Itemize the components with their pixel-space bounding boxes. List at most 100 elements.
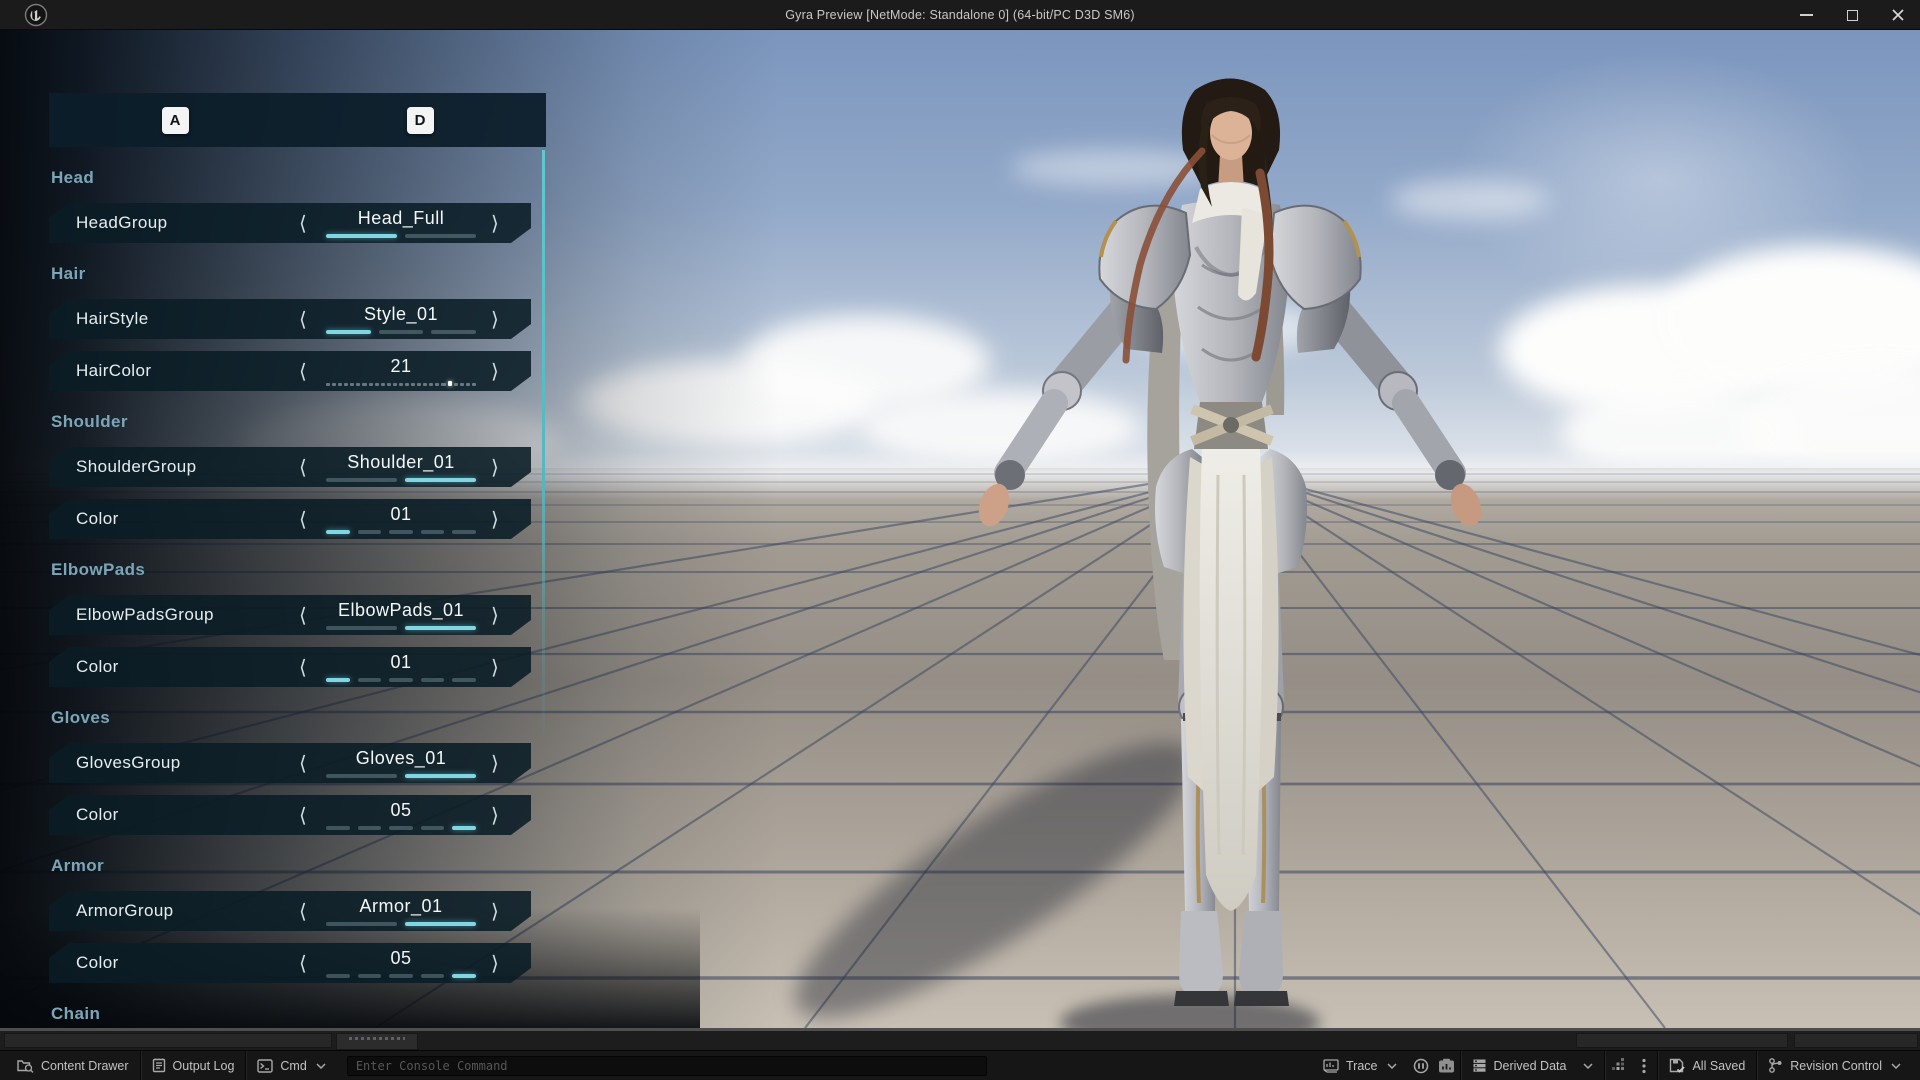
content-drawer-icon <box>17 1058 34 1073</box>
option-segment <box>369 383 373 386</box>
option-segment <box>452 678 476 682</box>
next-option-button[interactable]: ⟩ <box>491 943 499 983</box>
cmd-dropdown-button[interactable]: Cmd <box>246 1051 336 1080</box>
option-label: HeadGroup <box>76 213 168 233</box>
option-segment <box>405 383 409 386</box>
option-label: Color <box>76 657 119 677</box>
option-segment <box>405 478 476 482</box>
option-segment <box>381 383 385 386</box>
editor-performance-button[interactable] <box>1605 1051 1631 1080</box>
option-segments <box>326 530 476 534</box>
option-segment <box>344 383 348 386</box>
option-segments <box>326 774 476 778</box>
revision-control-dropdown-button[interactable]: Revision Control <box>1757 1051 1912 1080</box>
next-option-button[interactable]: ⟩ <box>491 299 499 339</box>
maximize-button[interactable] <box>1836 2 1868 28</box>
option-label: Color <box>76 953 119 973</box>
prev-option-button[interactable]: ⟨ <box>299 795 307 835</box>
option-segment <box>358 530 382 534</box>
prev-option-button[interactable]: ⟨ <box>299 447 307 487</box>
prev-option-button[interactable]: ⟨ <box>299 943 307 983</box>
option-value: 01 <box>326 504 476 525</box>
option-segment <box>399 383 403 386</box>
trace-pause-button[interactable] <box>1408 1051 1434 1080</box>
option-segment <box>389 974 413 978</box>
next-option-button[interactable]: ⟩ <box>491 351 499 391</box>
option-row-elbowpadsgroup: ElbowPadsGroup⟨ElbowPads_01⟩ <box>49 595 531 635</box>
next-option-button[interactable]: ⟩ <box>491 795 499 835</box>
option-segment <box>421 530 445 534</box>
option-segment <box>405 922 476 926</box>
panel-scrollbar[interactable] <box>542 150 545 735</box>
output-log-button[interactable]: Output Log <box>141 1051 246 1080</box>
section-title-head: Head <box>51 168 546 188</box>
option-segment <box>466 383 470 386</box>
next-option-button[interactable]: ⟩ <box>491 647 499 687</box>
minimize-button[interactable] <box>1790 2 1822 28</box>
next-option-button[interactable]: ⟩ <box>491 891 499 931</box>
option-segment <box>326 826 350 830</box>
option-segments <box>326 626 476 630</box>
rotate-right-key-d[interactable]: D <box>407 107 434 134</box>
game-viewport[interactable]: A D HeadHeadGroup⟨Head_Full⟩HairHairStyl… <box>0 30 1920 1028</box>
section-title-elbowpads: ElbowPads <box>51 560 546 580</box>
prev-option-button[interactable]: ⟨ <box>299 203 307 243</box>
option-segment <box>431 330 476 334</box>
prev-option-button[interactable]: ⟨ <box>299 891 307 931</box>
all-saved-button[interactable]: All Saved <box>1658 1051 1756 1080</box>
close-icon <box>1891 8 1905 22</box>
next-option-button[interactable]: ⟩ <box>491 203 499 243</box>
option-value: ElbowPads_01 <box>326 600 476 621</box>
prev-option-button[interactable]: ⟨ <box>299 743 307 783</box>
rotate-left-key-a[interactable]: A <box>162 107 189 134</box>
option-value: 01 <box>326 652 476 673</box>
option-segment <box>389 678 413 682</box>
prev-option-button[interactable]: ⟨ <box>299 351 307 391</box>
option-segment <box>421 826 445 830</box>
option-segment <box>460 383 464 386</box>
trace-snapshot-button[interactable] <box>1434 1051 1460 1080</box>
trace-dropdown-button[interactable]: Trace <box>1312 1051 1408 1080</box>
option-segment <box>362 383 366 386</box>
option-segment <box>452 530 476 534</box>
next-option-button[interactable]: ⟩ <box>491 743 499 783</box>
revision-control-label: Revision Control <box>1790 1059 1882 1073</box>
option-label: Color <box>76 509 119 529</box>
derived-data-dropdown-button[interactable]: Derived Data <box>1461 1051 1605 1080</box>
option-label: Color <box>76 805 119 825</box>
option-value: Gloves_01 <box>326 748 476 769</box>
content-drawer-button[interactable]: Content Drawer <box>6 1051 140 1080</box>
prev-option-button[interactable]: ⟨ <box>299 499 307 539</box>
option-segment <box>326 234 397 238</box>
prev-option-button[interactable]: ⟨ <box>299 299 307 339</box>
chevron-down-icon <box>1583 1063 1593 1069</box>
next-option-button[interactable]: ⟩ <box>491 595 499 635</box>
more-options-button[interactable] <box>1631 1051 1657 1080</box>
option-row-headgroup: HeadGroup⟨Head_Full⟩ <box>49 203 531 243</box>
section-title-shoulder: Shoulder <box>51 412 546 432</box>
editor-strip-tab[interactable] <box>336 1033 418 1050</box>
option-segments <box>326 234 476 238</box>
tab-label-dots <box>349 1037 405 1040</box>
close-button[interactable] <box>1882 2 1914 28</box>
save-icon <box>1669 1058 1685 1073</box>
prev-option-button[interactable]: ⟨ <box>299 647 307 687</box>
option-segment <box>350 383 354 386</box>
option-segment <box>358 678 382 682</box>
option-row-color: Color⟨05⟩ <box>49 943 531 983</box>
option-segment <box>411 383 415 386</box>
section-title-chain: Chain <box>51 1004 546 1024</box>
option-segment <box>472 383 476 386</box>
editor-strip-panel <box>1576 1033 1788 1048</box>
option-segment <box>326 530 350 534</box>
option-segment <box>358 974 382 978</box>
revision-control-branch-icon <box>1768 1058 1783 1073</box>
next-option-button[interactable]: ⟩ <box>491 499 499 539</box>
console-command-input[interactable] <box>347 1056 987 1076</box>
panel-header: A D <box>49 93 546 147</box>
option-segment <box>387 383 391 386</box>
next-option-button[interactable]: ⟩ <box>491 447 499 487</box>
option-segment <box>338 383 342 386</box>
option-label: GlovesGroup <box>76 753 181 773</box>
prev-option-button[interactable]: ⟨ <box>299 595 307 635</box>
